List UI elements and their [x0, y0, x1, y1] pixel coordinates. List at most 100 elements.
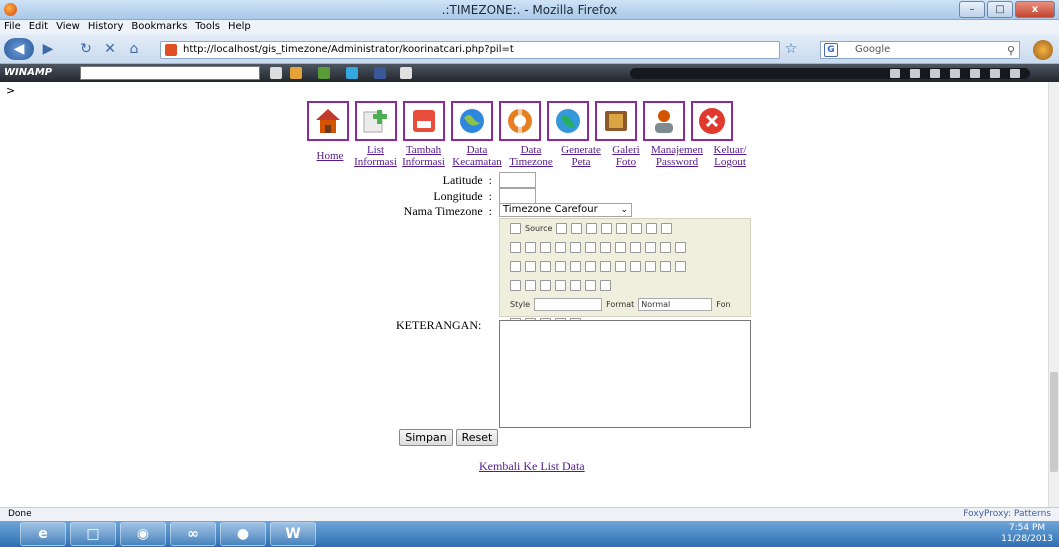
link-list-informasi[interactable]: List Informasi [353, 144, 398, 168]
templates-icon[interactable] [601, 223, 613, 234]
subscript-icon[interactable] [570, 261, 581, 272]
replace-icon[interactable] [555, 242, 566, 253]
link-tambah-informasi[interactable]: Tambah Informasi [401, 144, 446, 168]
format-select[interactable]: Normal [638, 298, 713, 311]
table-icon[interactable] [540, 280, 551, 291]
menu-bookmarks[interactable]: Bookmarks [127, 20, 191, 34]
remove-format-icon[interactable] [585, 242, 596, 253]
search-box[interactable]: G Google ⚲ [820, 41, 1020, 59]
menu-view[interactable]: View [52, 20, 84, 34]
back-to-list-link[interactable]: Kembali Ke List Data [479, 459, 585, 474]
strike-icon[interactable] [555, 261, 566, 272]
winamp-plugin-icon[interactable] [318, 67, 330, 79]
textarea-icon[interactable] [660, 242, 671, 253]
italic-icon[interactable] [525, 261, 536, 272]
winamp-eject-icon[interactable] [990, 69, 1000, 78]
winamp-search-icon[interactable] [270, 67, 282, 79]
winamp-volume-icon[interactable] [1010, 69, 1020, 78]
vertical-scrollbar[interactable] [1048, 82, 1059, 507]
link-data-timezone[interactable]: Data Timezone [508, 144, 554, 168]
bulleted-list-icon[interactable] [615, 261, 626, 272]
horizontal-rule-icon[interactable] [555, 280, 566, 291]
page-break-icon[interactable] [600, 280, 611, 291]
twitter-icon[interactable] [346, 67, 358, 79]
blockquote-icon[interactable] [660, 261, 671, 272]
source-icon[interactable] [510, 223, 521, 234]
image-icon[interactable] [510, 280, 521, 291]
explorer-icon[interactable]: □ [70, 522, 116, 546]
firefox-taskbar-icon[interactable]: ● [220, 522, 266, 546]
superscript-icon[interactable] [585, 261, 596, 272]
find-icon[interactable] [540, 242, 551, 253]
winamp-media-icon[interactable] [290, 67, 302, 79]
bold-icon[interactable] [510, 261, 521, 272]
link-galeri-foto[interactable]: Galeri Foto [608, 144, 644, 168]
form-icon[interactable] [600, 242, 611, 253]
link-home[interactable]: Home [310, 144, 350, 168]
new-info-tile[interactable] [403, 101, 445, 141]
maximize-button[interactable]: □ [987, 1, 1013, 18]
galeri-foto-tile[interactable] [595, 101, 637, 141]
preview-icon[interactable] [586, 223, 598, 234]
xampp-icon[interactable]: ∞ [170, 522, 216, 546]
link-manajemen-password[interactable]: Manajemen Password [647, 144, 707, 168]
reload-icon[interactable]: ↻ [78, 39, 94, 59]
logout-tile[interactable] [691, 101, 733, 141]
foxyproxy-icon[interactable] [1033, 40, 1053, 60]
radio-icon[interactable] [630, 242, 641, 253]
foxyproxy-status[interactable]: FoxyProxy: Patterns [963, 508, 1051, 521]
back-button[interactable]: ◀ [4, 38, 34, 60]
outdent-icon[interactable] [630, 261, 641, 272]
reset-button[interactable]: Reset [456, 429, 498, 446]
chrome-icon[interactable]: ◉ [120, 522, 166, 546]
list-info-tile[interactable] [355, 101, 397, 141]
flash-icon[interactable] [525, 280, 536, 291]
winamp-stop-icon[interactable] [950, 69, 960, 78]
link-generate-peta[interactable]: Generate Peta [557, 144, 605, 168]
undo-icon[interactable] [510, 242, 521, 253]
new-page-icon[interactable] [571, 223, 583, 234]
winamp-search-input[interactable] [80, 66, 260, 80]
latitude-input[interactable] [499, 172, 536, 188]
search-icon[interactable]: ⚲ [1007, 43, 1015, 59]
menu-help[interactable]: Help [224, 20, 255, 34]
paste-icon[interactable] [646, 223, 658, 234]
ebay-icon[interactable] [400, 67, 412, 79]
cut-icon[interactable] [616, 223, 628, 234]
style-select[interactable] [534, 298, 603, 311]
url-bar[interactable]: http://localhost/gis_timezone/Administra… [160, 41, 780, 59]
link-data-kecamatan[interactable]: Data Kecamatan [449, 144, 505, 168]
special-char-icon[interactable] [585, 280, 596, 291]
data-kecamatan-tile[interactable] [451, 101, 493, 141]
numbered-list-icon[interactable] [600, 261, 611, 272]
winamp-next-icon[interactable] [970, 69, 980, 78]
redo-icon[interactable] [525, 242, 536, 253]
select-all-icon[interactable] [570, 242, 581, 253]
home-nav-icon[interactable]: ⌂ [126, 39, 142, 59]
save-doc-icon[interactable] [556, 223, 568, 234]
indent-icon[interactable] [645, 261, 656, 272]
save-button[interactable]: Simpan [399, 429, 453, 446]
smiley-icon[interactable] [570, 280, 581, 291]
minimize-button[interactable]: – [959, 1, 985, 18]
close-button[interactable]: x [1015, 1, 1055, 18]
editor-source-label[interactable]: Source [525, 224, 552, 233]
home-tile[interactable] [307, 101, 349, 141]
winamp-play-icon[interactable] [910, 69, 920, 78]
checkbox-icon[interactable] [615, 242, 626, 253]
textfield-icon[interactable] [645, 242, 656, 253]
facebook-icon[interactable] [374, 67, 386, 79]
bookmark-star-icon[interactable]: ☆ [784, 39, 798, 59]
word-icon[interactable]: W [270, 522, 316, 546]
menu-file[interactable]: File [0, 20, 25, 34]
manajemen-password-tile[interactable] [643, 101, 685, 141]
generate-peta-tile[interactable] [547, 101, 589, 141]
div-icon[interactable] [675, 261, 686, 272]
select-field-icon[interactable] [675, 242, 686, 253]
system-clock[interactable]: 7:54 PM 11/28/2013 [1001, 523, 1053, 545]
copy-icon[interactable] [631, 223, 643, 234]
timezone-select[interactable]: Timezone Carefour ⌄ [499, 203, 632, 217]
keterangan-textarea[interactable] [499, 320, 751, 428]
winamp-pause-icon[interactable] [930, 69, 940, 78]
winamp-prev-icon[interactable] [890, 69, 900, 78]
